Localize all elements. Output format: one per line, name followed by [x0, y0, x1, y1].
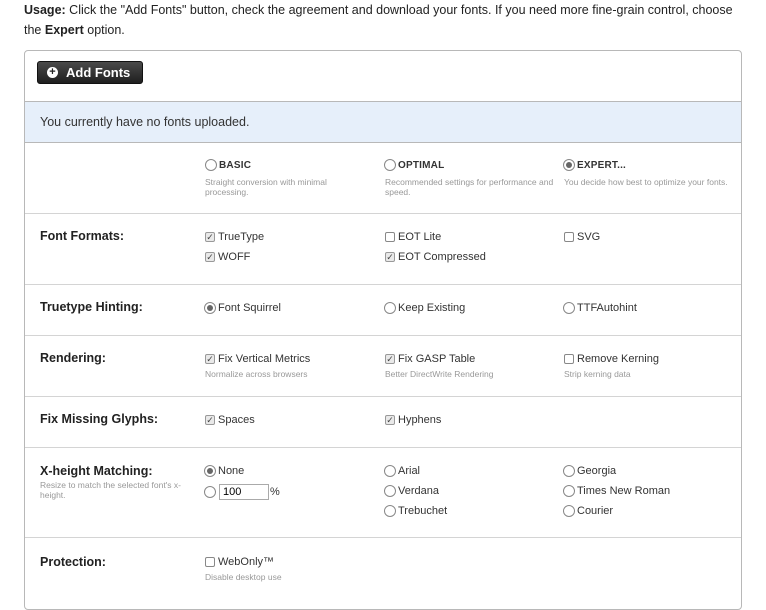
- radio-icon: [384, 302, 396, 314]
- x-height-matching-label: X-height Matching:: [40, 464, 153, 478]
- checkbox-icon: [564, 232, 574, 242]
- fix-vertical-metrics-desc: Normalize across browsers: [205, 369, 308, 379]
- x-height-trebuchet-radio[interactable]: Trebuchet: [384, 505, 447, 517]
- mode-basic-radio[interactable]: BASIC: [205, 159, 251, 171]
- font-formats-row: Font Formats: ✓ TrueType ✓ WOFF EOT Lite ✓…: [25, 213, 741, 285]
- truetype-hinting-label: Truetype Hinting:: [40, 300, 143, 314]
- radio-icon: [204, 302, 216, 314]
- webonly-desc: Disable desktop use: [205, 572, 282, 582]
- checkbox-icon: [385, 232, 395, 242]
- x-height-arial-radio[interactable]: Arial: [384, 465, 420, 477]
- usage-instructions: Usage: Click the "Add Fonts" button, che…: [24, 0, 744, 40]
- check-icon: ✓: [385, 353, 395, 364]
- x-height-percent-radio[interactable]: %: [204, 484, 280, 500]
- radio-icon: [204, 465, 216, 477]
- hinting-ttfautohint-radio[interactable]: TTFAutohint: [563, 302, 637, 314]
- fix-gasp-table-desc: Better DirectWrite Rendering: [385, 369, 494, 379]
- radio-icon: [384, 505, 396, 517]
- check-icon: ✓: [385, 414, 395, 425]
- toolbar: + Add Fonts: [25, 51, 741, 102]
- font-formats-label: Font Formats:: [40, 229, 125, 243]
- check-icon: ✓: [205, 231, 215, 242]
- hinting-keep-existing-radio[interactable]: Keep Existing: [384, 302, 465, 314]
- eot-lite-checkbox[interactable]: EOT Lite: [385, 231, 441, 243]
- radio-icon: [563, 302, 575, 314]
- eot-compressed-checkbox[interactable]: ✓ EOT Compressed: [385, 251, 486, 263]
- fix-gasp-table-checkbox[interactable]: ✓ Fix GASP Table: [385, 353, 475, 365]
- fix-missing-glyphs-label: Fix Missing Glyphs:: [40, 412, 159, 426]
- radio-icon: [384, 465, 396, 477]
- no-fonts-notice: You currently have no fonts uploaded.: [25, 102, 741, 143]
- radio-icon: [204, 486, 216, 498]
- spaces-checkbox[interactable]: ✓ Spaces: [205, 414, 255, 426]
- check-icon: ✓: [205, 251, 215, 262]
- usage-text-end: option.: [83, 23, 125, 37]
- woff-checkbox[interactable]: ✓ WOFF: [205, 251, 250, 263]
- x-height-percent-input[interactable]: [219, 484, 269, 500]
- radio-icon: [563, 485, 575, 497]
- usage-expert-text: Expert: [44, 23, 84, 37]
- check-icon: ✓: [205, 353, 215, 364]
- svg-checkbox[interactable]: SVG: [564, 231, 600, 243]
- mode-expert-desc: You decide how best to optimize your fon…: [564, 177, 728, 187]
- mode-expert-radio[interactable]: EXPERT...: [563, 159, 626, 171]
- radio-icon: [205, 159, 217, 171]
- x-height-none-radio[interactable]: None: [204, 465, 244, 477]
- check-icon: ✓: [385, 251, 395, 262]
- generator-panel: + Add Fonts You currently have no fonts …: [24, 50, 742, 610]
- x-height-georgia-radio[interactable]: Georgia: [563, 465, 616, 477]
- radio-icon: [563, 465, 575, 477]
- x-height-matching-row: X-height Matching: Resize to match the s…: [25, 447, 741, 538]
- x-height-verdana-radio[interactable]: Verdana: [384, 485, 439, 497]
- hinting-font-squirrel-radio[interactable]: Font Squirrel: [204, 302, 281, 314]
- hyphens-checkbox[interactable]: ✓ Hyphens: [385, 414, 441, 426]
- percent-unit: %: [270, 486, 280, 498]
- fix-vertical-metrics-checkbox[interactable]: ✓ Fix Vertical Metrics: [205, 353, 310, 365]
- x-height-matching-desc: Resize to match the selected font's x-he…: [40, 480, 181, 500]
- add-fonts-button[interactable]: + Add Fonts: [37, 61, 143, 84]
- truetype-checkbox[interactable]: ✓ TrueType: [205, 231, 264, 243]
- radio-icon: [563, 505, 575, 517]
- fix-missing-glyphs-row: Fix Missing Glyphs: ✓ Spaces ✓ Hyphens: [25, 396, 741, 448]
- rendering-row: Rendering: ✓ Fix Vertical Metrics Normali…: [25, 335, 741, 397]
- protection-label: Protection:: [40, 555, 106, 569]
- x-height-times-new-roman-radio[interactable]: Times New Roman: [563, 485, 670, 497]
- add-fonts-label: Add Fonts: [66, 65, 131, 80]
- usage-label: Usage:: [24, 3, 66, 17]
- rendering-label: Rendering:: [40, 351, 106, 365]
- x-height-courier-radio[interactable]: Courier: [563, 505, 613, 517]
- checkbox-icon: [205, 557, 215, 567]
- radio-icon: [384, 159, 396, 171]
- truetype-hinting-row: Truetype Hinting: Font Squirrel Keep Exi…: [25, 284, 741, 336]
- mode-basic-desc: Straight conversion with minimal process…: [205, 177, 327, 197]
- webonly-checkbox[interactable]: WebOnly™: [205, 556, 274, 568]
- plus-circle-icon: +: [47, 67, 58, 78]
- mode-row: BASIC Straight conversion with minimal p…: [25, 142, 741, 214]
- check-icon: ✓: [205, 414, 215, 425]
- protection-row: Protection: WebOnly™ Disable desktop use: [25, 537, 741, 609]
- remove-kerning-desc: Strip kerning data: [564, 369, 631, 379]
- mode-optimal-desc: Recommended settings for performance and…: [385, 177, 554, 197]
- usage-text: Click the "Add Fonts" button, check the …: [24, 3, 733, 37]
- radio-icon: [384, 485, 396, 497]
- remove-kerning-checkbox[interactable]: Remove Kerning: [564, 353, 659, 365]
- checkbox-icon: [564, 354, 574, 364]
- radio-icon: [563, 159, 575, 171]
- mode-optimal-radio[interactable]: OPTIMAL: [384, 159, 444, 171]
